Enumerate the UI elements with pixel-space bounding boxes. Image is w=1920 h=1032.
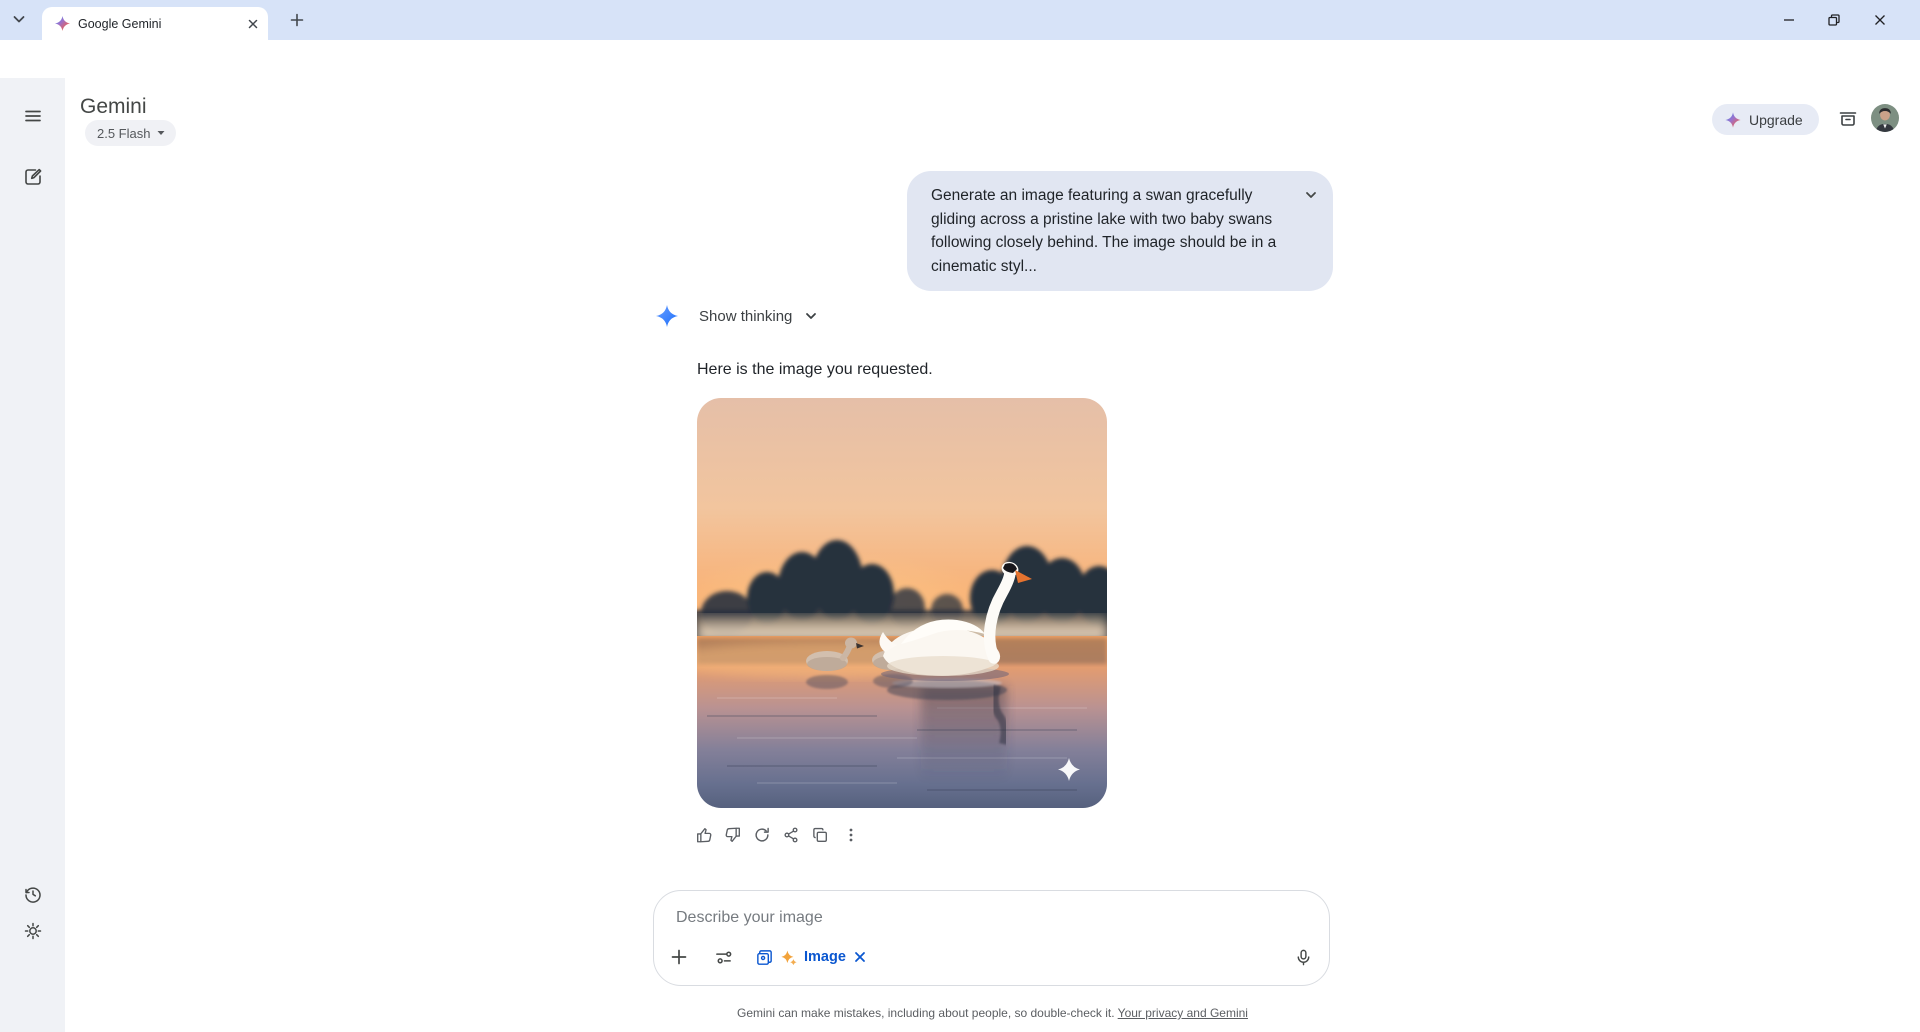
photo-stack-icon: [755, 948, 774, 967]
thumbs-down-icon[interactable]: [724, 826, 742, 844]
gemini-sparkle-color-icon: [1725, 112, 1741, 128]
tab-search-chevron-icon[interactable]: [10, 10, 28, 28]
chevron-down-icon: [156, 128, 166, 138]
prompt-composer[interactable]: Image: [653, 890, 1330, 986]
thumbs-up-icon[interactable]: [695, 826, 713, 844]
chevron-down-icon: [804, 309, 818, 323]
model-label: 2.5 Flash: [97, 126, 150, 141]
browser-tabstrip: Google Gemini: [0, 0, 1920, 40]
account-avatar[interactable]: [1871, 104, 1899, 132]
settings-gear-icon[interactable]: [23, 921, 43, 941]
gemini-app: Gemini 2.5 Flash Upgrade Generate an ima…: [0, 78, 1920, 1032]
sidebar: [0, 78, 65, 1032]
show-thinking-toggle[interactable]: Show thinking: [655, 304, 818, 328]
tab-close-icon[interactable]: [246, 17, 260, 31]
disclaimer-footer: Gemini can make mistakes, including abou…: [65, 1006, 1920, 1020]
copy-icon[interactable]: [811, 826, 829, 844]
archive-box-icon[interactable]: [1837, 108, 1859, 130]
tools-tune-icon[interactable]: [714, 948, 733, 967]
browser-tab[interactable]: Google Gemini: [42, 7, 268, 40]
window-restore-icon[interactable]: [1816, 8, 1852, 32]
gemini-favicon-icon: [55, 16, 70, 31]
model-selector[interactable]: 2.5 Flash: [85, 120, 176, 146]
image-chip-label: Image: [804, 949, 846, 965]
generated-image[interactable]: [697, 398, 1107, 808]
window-minimize-icon[interactable]: [1771, 8, 1807, 32]
composer-toolbar: Image: [669, 942, 1313, 972]
user-prompt-text: Generate an image featuring a swan grace…: [931, 187, 1276, 275]
browser-toolbar: gemini.google.com/u/1/app/82c9c2b03cdc3c…: [0, 40, 1920, 78]
tab-title: Google Gemini: [78, 17, 246, 31]
regenerate-icon[interactable]: [753, 826, 771, 844]
user-message-bubble: Generate an image featuring a swan grace…: [907, 171, 1333, 291]
gemini-sparkle-blue-icon: [655, 304, 679, 328]
new-chat-icon[interactable]: [23, 167, 43, 187]
privacy-link[interactable]: Your privacy and Gemini: [1118, 1006, 1248, 1020]
window-close-icon[interactable]: [1862, 8, 1898, 32]
new-tab-icon[interactable]: [288, 11, 306, 29]
response-action-row: [695, 826, 860, 844]
upgrade-button[interactable]: Upgrade: [1712, 104, 1819, 135]
chip-close-icon[interactable]: [853, 950, 867, 964]
image-mode-chip[interactable]: Image: [755, 948, 867, 967]
sparkle-gold-icon: [781, 949, 797, 965]
microphone-icon[interactable]: [1294, 948, 1313, 967]
share-icon[interactable]: [782, 826, 800, 844]
show-thinking-label: Show thinking: [699, 308, 792, 325]
add-attachment-icon[interactable]: [669, 947, 689, 967]
prompt-input[interactable]: [676, 905, 1156, 931]
more-options-icon[interactable]: [842, 826, 860, 844]
disclaimer-text: Gemini can make mistakes, including abou…: [737, 1006, 1118, 1020]
upgrade-label: Upgrade: [1749, 112, 1803, 128]
response-text: Here is the image you requested.: [697, 361, 933, 379]
history-icon[interactable]: [23, 884, 43, 904]
expand-prompt-chevron-icon[interactable]: [1304, 188, 1318, 202]
page-title: Gemini: [80, 95, 147, 119]
menu-hamburger-icon[interactable]: [23, 106, 43, 126]
